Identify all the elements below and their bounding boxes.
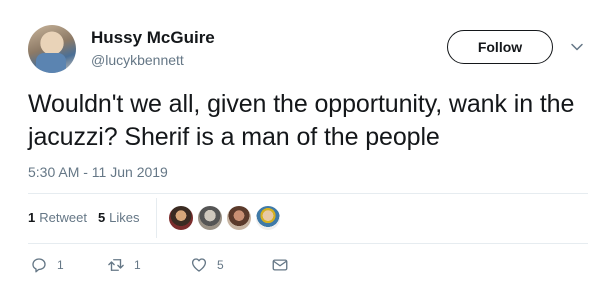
tweet-actions: 1 1 5 [0,256,606,276]
like-button[interactable]: 5 [190,256,224,274]
retweets-count: 1 [28,210,36,225]
avatar[interactable] [28,25,76,73]
heart-icon [191,258,207,272]
divider [28,243,588,244]
tweet-card: Hussy McGuire @lucykbennett Follow Would… [0,0,606,293]
tweet-timestamp[interactable]: 5:30 AM - 11 Jun 2019 [28,164,168,180]
retweet-button[interactable]: 1 [107,256,141,274]
author-name[interactable]: Hussy McGuire [91,28,215,48]
direct-message-button[interactable] [271,256,289,274]
follow-button[interactable]: Follow [447,30,553,64]
divider [28,193,588,194]
retweets-stat[interactable]: 1 Retweet [28,210,87,225]
reply-count: 1 [57,258,64,272]
liker-avatar[interactable] [168,205,194,231]
stats-separator [156,198,157,238]
tweet-text: Wouldn't we all, given the opportunity, … [28,90,575,151]
retweet-icon [108,259,124,271]
chevron-down-icon[interactable] [570,40,584,54]
likes-stat[interactable]: 5 Likes [98,210,140,225]
envelope-icon [272,259,288,271]
retweet-count: 1 [134,258,141,272]
liker-avatar[interactable] [197,205,223,231]
liker-avatar[interactable] [255,205,281,231]
author-handle[interactable]: @lucykbennett [91,52,184,68]
liker-avatar[interactable] [226,205,252,231]
reply-button[interactable]: 1 [30,256,64,274]
likes-count: 5 [97,210,106,225]
reply-icon [32,258,46,273]
avatar-shirt [36,53,66,73]
likers-avatars [168,205,281,231]
tweet-stats: 1 Retweet 5 Likes [28,210,140,225]
likes-label: Likes [109,210,140,225]
retweets-label: Retweet [39,210,87,225]
like-count: 5 [217,258,224,272]
